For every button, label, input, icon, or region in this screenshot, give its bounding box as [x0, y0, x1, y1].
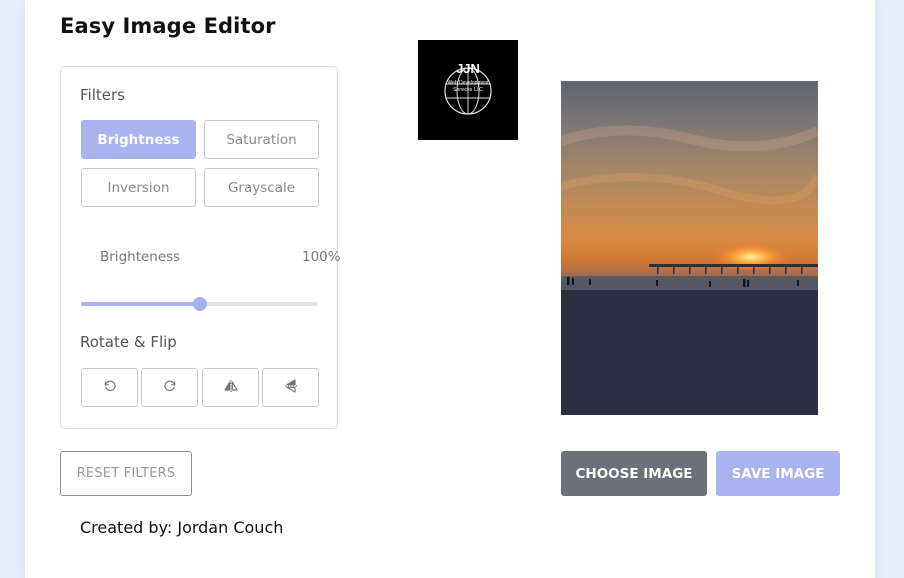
choose-image-button[interactable]: CHOOSE IMAGE — [561, 451, 707, 496]
rotate-right-button[interactable] — [141, 368, 198, 407]
slider-fill — [81, 302, 200, 306]
credit-text: Created by: Jordan Couch — [80, 518, 284, 537]
app-title: Easy Image Editor — [60, 14, 276, 38]
save-image-button[interactable]: SAVE IMAGE — [716, 451, 840, 496]
slider-value: 100% — [302, 249, 341, 265]
preview-image — [561, 81, 818, 415]
brightness-slider[interactable] — [81, 297, 318, 311]
slider-thumb[interactable] — [192, 297, 207, 311]
flip-horizontal-button[interactable] — [202, 368, 259, 407]
slider-name: Brighteness — [100, 249, 181, 265]
reset-filters-button[interactable]: RESET FILTERS — [60, 451, 192, 496]
rotate-left-button[interactable] — [81, 368, 138, 407]
filters-heading: Filters — [80, 86, 125, 104]
logo-sub-text-1: Web Development — [447, 80, 489, 86]
logo-main-text: JJN — [456, 61, 480, 76]
logo-sub-text-2: Services LLC — [453, 87, 483, 93]
rotate-right-icon — [163, 379, 177, 396]
controls-panel: Filters Brightness Saturation Inversion … — [60, 66, 341, 429]
rotate-left-icon — [103, 379, 117, 396]
filter-saturation-button[interactable]: Saturation — [204, 120, 319, 159]
flip-horizontal-icon — [223, 379, 239, 396]
flip-vertical-icon — [284, 378, 298, 397]
filter-inversion-button[interactable]: Inversion — [81, 168, 196, 207]
filter-brightness-button[interactable]: Brightness — [81, 120, 196, 159]
filter-grayscale-button[interactable]: Grayscale — [204, 168, 319, 207]
jjn-logo: JJN Web Development Services LLC — [418, 40, 518, 140]
rotate-flip-heading: Rotate & Flip — [80, 333, 177, 351]
flip-vertical-button[interactable] — [262, 368, 319, 407]
